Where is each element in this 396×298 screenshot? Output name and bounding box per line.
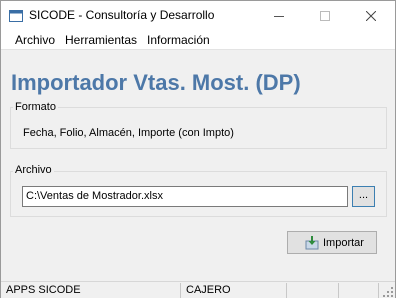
- import-button-label: Importar: [323, 236, 364, 249]
- menu-archivo[interactable]: Archivo: [15, 33, 55, 47]
- formato-group-label: Formato: [13, 101, 58, 114]
- file-path-input[interactable]: C:\Ventas de Mostrador.xlsx: [22, 186, 348, 207]
- status-panel-app: APPS SICODE: [3, 283, 181, 298]
- window-title: SICODE - Consultoría y Desarrollo: [29, 8, 215, 22]
- page-title: Importador Vtas. Most. (DP): [11, 70, 301, 95]
- maximize-button[interactable]: [302, 1, 348, 30]
- status-panel-4: [341, 283, 379, 298]
- status-panel-user: CAJERO: [183, 283, 287, 298]
- import-icon: [305, 235, 319, 249]
- minimize-button[interactable]: [256, 1, 302, 30]
- app-window: SICODE - Consultoría y Desarrollo Archiv…: [0, 0, 396, 298]
- status-bar: APPS SICODE CAJERO: [1, 281, 395, 298]
- close-button[interactable]: [348, 1, 394, 30]
- menu-informacion[interactable]: Información: [147, 33, 210, 47]
- browse-button[interactable]: ...: [352, 186, 375, 207]
- import-button[interactable]: Importar: [287, 231, 377, 254]
- maximize-icon: [320, 10, 330, 21]
- formato-description: Fecha, Folio, Almacén, Importe (con Impt…: [23, 127, 234, 139]
- title-bar[interactable]: SICODE - Consultoría y Desarrollo: [1, 1, 395, 30]
- close-icon: [366, 10, 376, 21]
- resize-grip-icon[interactable]: [383, 287, 393, 297]
- menu-bar: Archivo Herramientas Información: [1, 30, 395, 50]
- menu-herramientas[interactable]: Herramientas: [65, 33, 137, 47]
- minimize-icon: [274, 15, 284, 17]
- status-panel-3: [289, 283, 339, 298]
- app-icon: [9, 10, 23, 22]
- archivo-group-label: Archivo: [13, 164, 54, 177]
